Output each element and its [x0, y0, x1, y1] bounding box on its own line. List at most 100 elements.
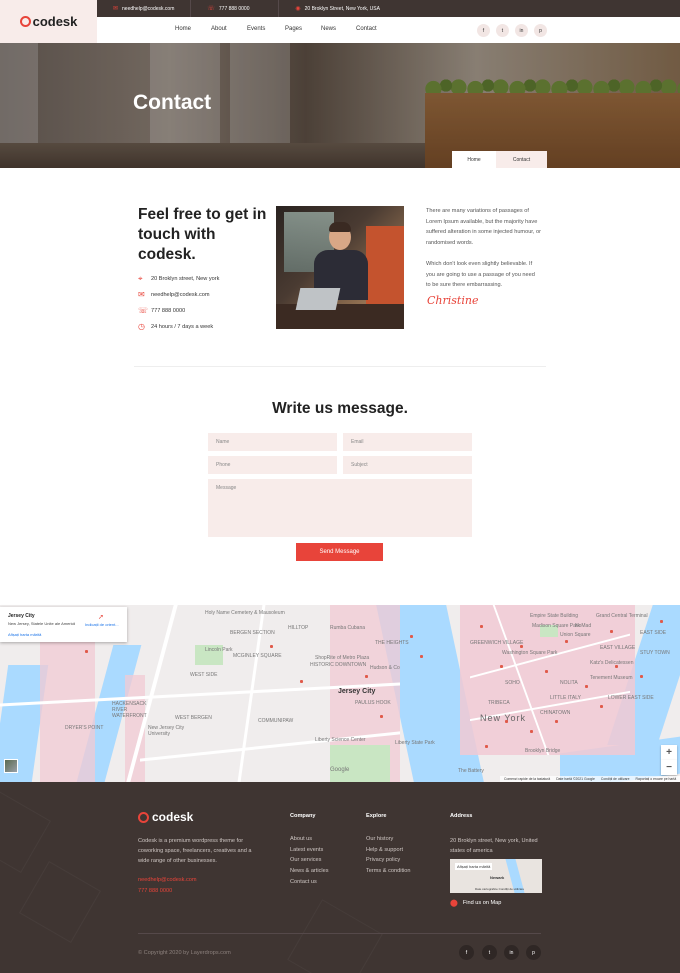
twitter-icon[interactable]: t	[482, 945, 497, 960]
map-info-card: Jersey City New Jersey, Statele Unite al…	[0, 607, 127, 642]
footer-link[interactable]: Our history	[366, 836, 393, 842]
twitter-icon[interactable]: t	[496, 24, 509, 37]
footer-mini-map[interactable]: Afișați harta mărită Newark Date cartogr…	[450, 859, 542, 893]
zoom-in-button[interactable]: +	[661, 745, 677, 760]
zoom-out-button[interactable]: −	[661, 760, 677, 775]
facebook-icon[interactable]: f	[477, 24, 490, 37]
map-label: Union Square	[560, 632, 591, 638]
map-label: WEST BERGEN	[175, 715, 212, 721]
topbar-email-text: needhelp@codesk.com	[122, 5, 175, 12]
email-field[interactable]	[343, 433, 472, 451]
map-pin	[565, 640, 568, 643]
map-label: Liberty Science Center	[315, 737, 366, 743]
mini-map-city: Newark	[490, 875, 505, 880]
map-city-label: Jersey City	[338, 688, 376, 695]
footer-link[interactable]: Latest events	[290, 847, 323, 853]
topbar-email[interactable]: ✉ needhelp@codesk.com	[97, 0, 192, 17]
facebook-icon[interactable]: f	[459, 945, 474, 960]
map-larger-link[interactable]: Afișați harta mărită	[8, 632, 41, 637]
map-pin	[640, 675, 643, 678]
map-pin	[410, 635, 413, 638]
hero-banner	[0, 43, 680, 168]
info-email[interactable]: ✉ needhelp@codesk.com	[138, 290, 210, 299]
footer-logo[interactable]: codesk	[138, 810, 193, 824]
map-pin	[530, 730, 533, 733]
divider	[134, 366, 546, 367]
map-label: STUY TOWN	[640, 650, 670, 656]
info-phone[interactable]: ☏ 777 888 0000	[138, 306, 185, 315]
footer-email[interactable]: needhelp@codesk.com	[138, 877, 197, 883]
subject-field[interactable]	[343, 456, 472, 474]
info-address-text: 20 Broklyn street, New york	[151, 276, 220, 282]
location-icon: ◉	[295, 6, 301, 12]
footer-link[interactable]: Our services	[290, 857, 321, 863]
map-label: HILLTOP	[288, 625, 309, 631]
map-pin	[585, 685, 588, 688]
topbar-phone[interactable]: ☏ 777 888 0000	[191, 0, 280, 17]
footer-link[interactable]: About us	[290, 836, 312, 842]
nav-pages[interactable]: Pages	[285, 26, 302, 32]
footer-link[interactable]: Privacy policy	[366, 857, 400, 863]
footer: codesk Codesk is a premium wordpress the…	[0, 782, 680, 973]
map-data-text: Date hartă ©2021 Google	[556, 777, 595, 781]
find-on-map-link[interactable]: ⬤ Find us on Map	[450, 899, 501, 907]
footer-pattern	[0, 791, 51, 873]
footer-link[interactable]: Contact us	[290, 879, 317, 885]
nav-about[interactable]: About	[211, 26, 227, 32]
map-pin	[505, 720, 508, 723]
pinterest-icon[interactable]: p	[534, 24, 547, 37]
nav-news[interactable]: News	[321, 26, 336, 32]
map-satellite-toggle[interactable]	[4, 759, 18, 773]
mini-map-larger-link[interactable]: Afișați harta mărită	[455, 863, 493, 870]
logo[interactable]: codesk	[0, 0, 97, 43]
map-report-link[interactable]: Raportați o eroare pe hartă	[636, 777, 677, 781]
map-label: BERGEN SECTION	[230, 630, 275, 636]
page-title: Contact	[133, 91, 212, 114]
map-pin	[480, 625, 483, 628]
map-label: EAST SIDE	[640, 630, 667, 636]
signature: Christine	[427, 294, 479, 307]
directions-icon[interactable]: ➚	[98, 613, 104, 621]
message-field[interactable]	[208, 479, 472, 537]
map-label: Hudson & Co	[370, 665, 400, 671]
map-shortcuts-link[interactable]: Comenzi rapide de la tastatură	[504, 777, 550, 781]
map-directions-link[interactable]: Indicații de orient...	[85, 622, 119, 627]
footer-pattern	[19, 861, 101, 943]
mini-map-footer: Date cartografice Condiții de utilizare	[475, 887, 525, 891]
nav-events[interactable]: Events	[247, 26, 265, 32]
map-park	[330, 745, 390, 782]
footer-link[interactable]: Help & support	[366, 847, 403, 853]
info-address: ⌖ 20 Broklyn street, New york	[138, 274, 219, 284]
hero-overlay	[0, 43, 680, 168]
map-label: LOWER EAST SIDE	[608, 695, 654, 701]
phone-field[interactable]	[208, 456, 337, 474]
map-label: WEST SIDE	[190, 672, 218, 678]
send-message-button[interactable]: Send Message	[296, 543, 383, 561]
map-pin	[600, 705, 603, 708]
map-terms-link[interactable]: Condiții de utilizare	[601, 777, 630, 781]
footer-phone[interactable]: 777 888 0000	[138, 888, 172, 894]
map-pin	[545, 670, 548, 673]
footer-link[interactable]: News & articles	[290, 868, 329, 874]
map-pin-icon: ⬤	[450, 900, 458, 907]
nav-contact[interactable]: Contact	[356, 26, 377, 32]
breadcrumb-current: Contact	[496, 151, 547, 168]
breadcrumb-home[interactable]: Home	[452, 151, 496, 168]
map-pin	[300, 680, 303, 683]
map-pin	[270, 645, 273, 648]
map-label: Washington Square Park	[502, 650, 558, 656]
map-label: Grand Central Terminal	[596, 613, 648, 619]
instagram-icon[interactable]: in	[515, 24, 528, 37]
instagram-icon[interactable]: in	[504, 945, 519, 960]
footer-divider	[138, 933, 541, 934]
main-nav: Home About Events Pages News Contact f t…	[97, 17, 680, 43]
photo-chair	[366, 226, 404, 316]
nav-home[interactable]: Home	[175, 26, 191, 32]
pinterest-icon[interactable]: p	[526, 945, 541, 960]
map-label: CHINATOWN	[540, 710, 571, 716]
name-field[interactable]	[208, 433, 337, 451]
map-card-title: Jersey City	[8, 613, 35, 619]
footer-link[interactable]: Terms & condition	[366, 868, 410, 874]
footer-pattern	[287, 899, 383, 973]
intro-paragraph-1: There are many variations of passages of…	[426, 208, 541, 246]
